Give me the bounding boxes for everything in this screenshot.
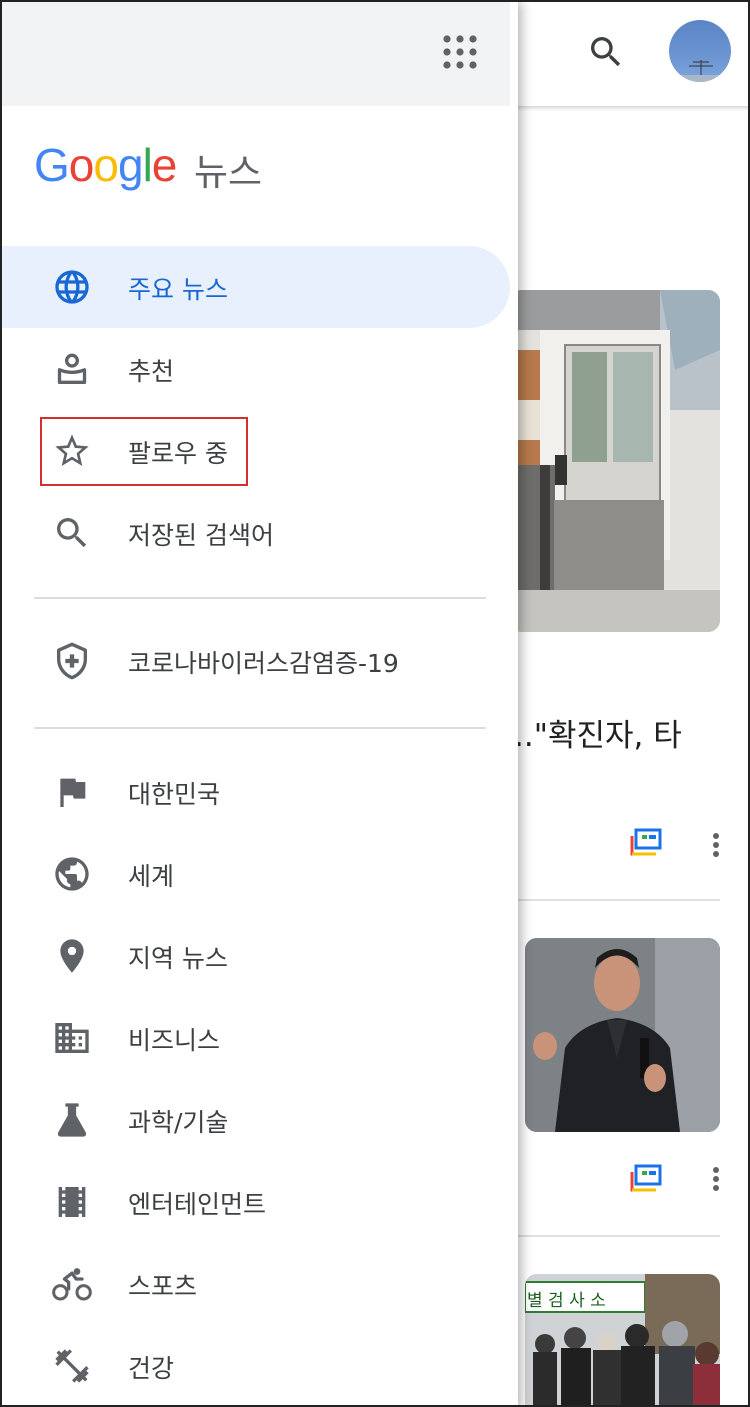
nav-label: 세계 xyxy=(128,862,175,891)
nav-label: 대한민국 xyxy=(128,780,221,809)
divider xyxy=(34,727,486,729)
business-building-icon xyxy=(55,1023,89,1053)
nav-label: 엔터테인먼트 xyxy=(128,1190,267,1219)
film-icon xyxy=(58,1187,86,1217)
flask-icon xyxy=(57,1103,87,1137)
article-thumbnail[interactable]: 별 검 사 소 xyxy=(525,1274,720,1405)
logo-letter: e xyxy=(151,139,178,191)
nav-label: 코로나바이러스감염증-19 xyxy=(128,649,399,678)
nav-label: 건강 xyxy=(128,1354,175,1383)
flag-icon xyxy=(60,778,86,807)
google-logo: Google xyxy=(34,138,178,192)
search-icon xyxy=(57,518,87,548)
logo-letter: g xyxy=(117,139,144,191)
more-options-icon[interactable] xyxy=(712,1166,720,1192)
apps-grid-icon[interactable] xyxy=(442,34,478,70)
nav-label: 과학/기술 xyxy=(128,1108,229,1137)
article-thumbnail[interactable] xyxy=(525,938,720,1132)
sign-text: 별 검 사 소 xyxy=(527,1291,606,1311)
nav-item-entertainment[interactable]: 엔터테인먼트 xyxy=(2,1161,510,1243)
divider xyxy=(514,899,720,901)
shield-plus-icon xyxy=(57,642,88,680)
search-icon[interactable] xyxy=(586,32,626,72)
nav-item-world[interactable]: 세계 xyxy=(2,833,510,915)
nav-item-sports[interactable]: 스포츠 xyxy=(2,1243,510,1325)
nav-item-health[interactable]: 건강 xyxy=(2,1325,510,1405)
annotation-highlight-box xyxy=(40,417,248,486)
nav-item-korea[interactable]: 대한민국 xyxy=(2,751,510,833)
divider xyxy=(34,597,486,599)
nav-label: 추천 xyxy=(128,357,175,386)
screen: .."확진자, 타 별 검 사 소 Google 뉴스 주요 뉴스 추천 팔로우… xyxy=(0,0,750,1407)
navigation-drawer: Google 뉴스 주요 뉴스 추천 팔로우 중 저장된 검색어 코로나바이러스… xyxy=(2,2,518,1405)
article-thumbnail[interactable] xyxy=(510,290,720,632)
nav-item-top-stories[interactable]: 주요 뉴스 xyxy=(2,246,510,328)
article-headline[interactable]: .."확진자, 타 xyxy=(514,710,682,755)
nav-label: 지역 뉴스 xyxy=(128,944,228,973)
nav-item-science-tech[interactable]: 과학/기술 xyxy=(2,1079,510,1161)
globe-icon xyxy=(55,270,89,304)
world-icon xyxy=(55,857,89,891)
nav-label: 주요 뉴스 xyxy=(128,275,228,304)
full-coverage-icon[interactable] xyxy=(630,828,662,858)
full-coverage-icon[interactable] xyxy=(630,1164,662,1194)
cyclist-icon xyxy=(52,1268,92,1301)
nav-item-local-news[interactable]: 지역 뉴스 xyxy=(2,915,510,997)
logo-letter: l xyxy=(142,139,153,191)
dumbbell-icon xyxy=(55,1349,89,1383)
divider xyxy=(514,1235,720,1237)
nav-item-business[interactable]: 비즈니스 xyxy=(2,997,510,1079)
nav-label: 비즈니스 xyxy=(128,1026,221,1055)
logo-letter: o xyxy=(68,139,95,191)
nav-label: 저장된 검색어 xyxy=(128,521,274,550)
logo-letter: G xyxy=(34,139,70,191)
for-you-icon xyxy=(57,353,87,384)
nav-item-saved-searches[interactable]: 저장된 검색어 xyxy=(2,492,510,574)
nav-item-for-you[interactable]: 추천 xyxy=(2,328,510,410)
account-avatar[interactable] xyxy=(669,20,731,82)
more-options-icon[interactable] xyxy=(712,832,720,858)
drawer-header xyxy=(2,2,510,106)
nav-item-covid19[interactable]: 코로나바이러스감염증-19 xyxy=(2,620,510,702)
location-pin-icon xyxy=(60,939,84,973)
nav-label: 스포츠 xyxy=(128,1272,198,1301)
logo-letter: o xyxy=(93,139,119,191)
app-title-suffix: 뉴스 xyxy=(194,151,263,194)
